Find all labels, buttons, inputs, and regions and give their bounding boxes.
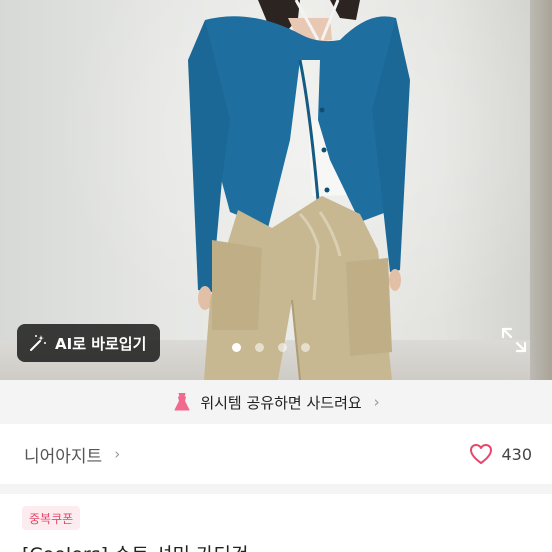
model-photo [188, 0, 410, 380]
expand-icon[interactable] [501, 327, 527, 353]
magic-wand-icon [30, 335, 46, 351]
shop-name: 니어아지트 [24, 446, 103, 467]
chevron-right-icon: › [114, 445, 121, 463]
product-title: [Coolers] 슈트 셔미 가디건 [22, 540, 249, 552]
shop-row: 니어아지트 › 430 [0, 424, 552, 484]
like-button[interactable]: 430 [469, 443, 532, 465]
dress-icon [174, 392, 190, 411]
wishlist-share-banner[interactable]: 위시템 공유하면 사드려요 › [0, 380, 552, 424]
section-divider [0, 484, 552, 494]
ai-try-on-label: AI로 바로입기 [55, 334, 147, 353]
carousel-dot[interactable] [301, 343, 310, 352]
ai-try-on-button[interactable]: AI로 바로입기 [17, 324, 161, 362]
heart-icon [470, 444, 493, 464]
coupon-badge: 중복쿠폰 [22, 506, 81, 530]
like-count: 430 [501, 444, 532, 464]
product-image[interactable]: AI로 바로입기 [0, 0, 552, 380]
carousel-dot[interactable] [278, 343, 287, 352]
carousel-indicator [232, 343, 310, 352]
carousel-dot[interactable] [232, 343, 241, 352]
wishlist-banner-text: 위시템 공유하면 사드려요 [200, 393, 362, 412]
carousel-dot[interactable] [255, 343, 264, 352]
chevron-right-icon: › [373, 393, 380, 411]
shop-link[interactable]: 니어아지트 › [24, 442, 120, 467]
